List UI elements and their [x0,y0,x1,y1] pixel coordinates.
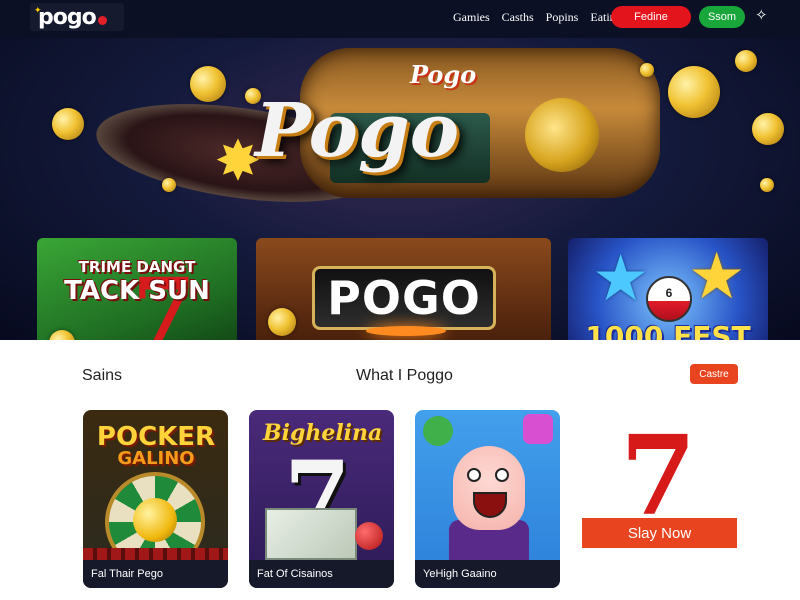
puzzle-icon[interactable]: ✧ [755,8,771,24]
top-nav-bar: ✦ pogo Gamies Casths Popins Eatins Fedin… [0,0,800,38]
gold-ball-art [133,498,177,542]
glow-art [366,326,446,336]
game-art [415,410,560,560]
bubble-art [423,416,453,446]
hero-banner: ✸ Pogo Pogo 7 TRIME DANGT TACK SUN POGO … [0,38,800,340]
logo-dot [97,15,107,25]
game-art: 7 Bighelina [249,410,394,560]
game-title: POCKER GALINO [91,424,221,468]
card-title-line2: TACK SUN [64,276,210,306]
game-tile[interactable]: 7 Bighelina Fat Of Cisainos [249,410,394,588]
coin-icon [640,63,654,77]
card-title: POGO [327,271,481,325]
star-icon: ★ [592,242,650,314]
coin-icon [52,108,84,140]
game-tile[interactable]: YeHigh Gaaino [415,410,560,588]
promo-card-pogo[interactable]: POGO [256,238,551,340]
promo-panel: 7 Slay Now [582,410,737,588]
play-now-button[interactable]: Slay Now [582,518,737,548]
green-pill-button[interactable]: Ssom [699,6,745,28]
game-art: POCKER GALINO [83,410,228,572]
promo-card-1000-fest[interactable]: ★ ★ 6 1000 FEST [568,238,768,340]
card-title: 1000 FEST [585,320,751,340]
nav-popins[interactable]: Popins [546,10,579,25]
coin-icon [735,50,757,72]
pogo-sign: POGO [312,266,496,330]
main-nav: Gamies Casths Popins Eatins [453,10,620,25]
pogo-logo[interactable]: ✦ pogo [30,3,124,31]
coin-icon [190,66,226,102]
promo-card-tack-sun[interactable]: 7 TRIME DANGT TACK SUN [37,238,237,340]
coin-icon [760,178,774,192]
section-button[interactable]: Castre [690,364,738,384]
hero-title: Pogo [255,88,460,174]
gift-box-art [265,508,357,560]
red-pill-button[interactable]: Fedine [611,6,691,28]
mouth-art [473,492,507,518]
section-title-center: What I Poggo [356,367,453,384]
game-title-line1: POCKER [96,422,216,452]
card-title: TRIME DANGT TACK SUN [49,258,225,306]
ball-art: 6 [646,276,692,322]
eye-art [495,468,509,482]
coin-icon [49,330,75,340]
nav-casths[interactable]: Casths [502,10,534,25]
game-caption: YeHigh Gaaino [415,560,560,588]
sparkle-icon: ✦ [34,6,41,16]
bubble-art [523,414,553,444]
game-title: Bighelina [263,420,383,446]
star-icon: ★ [688,240,746,312]
card-title-line1: TRIME DANGT [78,258,196,276]
game-tile[interactable]: POCKER GALINO Fal Thair Pego [83,410,228,588]
coin-icon [752,113,784,145]
game-title-line2: GALINO [117,448,195,469]
character-face-art [453,446,525,530]
fruit-art [355,522,383,550]
coin-icon [162,178,176,192]
golden-bell-art [525,98,599,172]
logo-text: pogo [38,4,97,30]
coin-icon [268,308,296,336]
game-caption: Fal Thair Pego [83,560,228,588]
nav-games[interactable]: Gamies [453,10,490,25]
hero-subtitle: Pogo [410,60,477,89]
eye-art [467,468,481,482]
coin-icon [668,66,720,118]
game-caption: Fat Of Cisainos [249,560,394,588]
section-title-left: Sains [82,367,123,384]
